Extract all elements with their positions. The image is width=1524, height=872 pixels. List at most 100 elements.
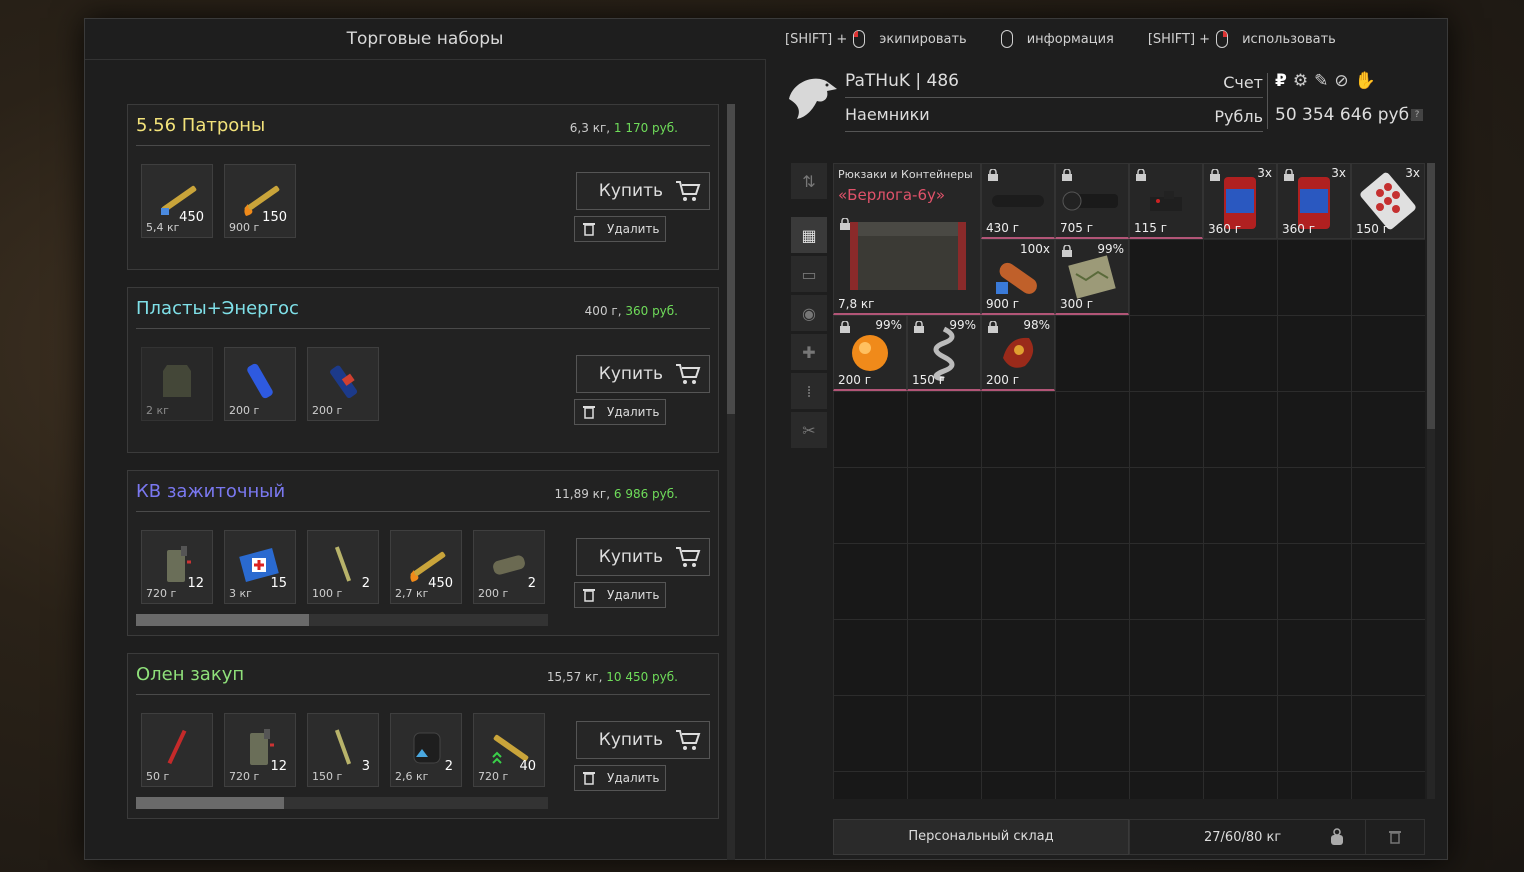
hint-equip: [SHIFT] + экипировать — [785, 30, 967, 48]
divider — [845, 131, 1263, 132]
buy-button[interactable]: Купить — [576, 172, 710, 210]
red-injector-icon — [167, 729, 187, 765]
buy-button[interactable]: Купить — [576, 538, 710, 576]
kit-item[interactable]: 2 200 г — [473, 530, 545, 604]
delete-button[interactable]: Удалить — [574, 582, 666, 608]
tab-sort[interactable]: ⇅ — [791, 163, 827, 199]
item-weight: 5,4 кг — [146, 221, 180, 234]
kit-item[interactable]: 40 720 г — [473, 713, 545, 787]
item-weight: 360 г — [1208, 222, 1242, 236]
inventory-item[interactable]: 3x 360 г — [1277, 163, 1351, 239]
mouse-right-icon — [1216, 30, 1229, 48]
kit-meta: 11,89 кг, 6 986 руб. — [555, 487, 678, 501]
item-name: «Берлога-6у» — [838, 186, 946, 204]
kit-item[interactable]: 200 г — [224, 347, 296, 421]
kit-item[interactable]: 450 2,7 кг — [390, 530, 462, 604]
trash-icon — [1389, 831, 1401, 844]
inventory-item[interactable]: 430 г — [981, 163, 1055, 239]
panel-title: Торговые наборы — [346, 29, 504, 49]
feather-icon[interactable]: ✎ — [1314, 71, 1328, 91]
item-weight: 2,6 кг — [395, 770, 429, 783]
trash-button[interactable] — [1365, 820, 1424, 854]
kit-item[interactable]: 15 3 кг — [224, 530, 296, 604]
inventory-grid[interactable]: Рюкзаки и Контейнеры «Берлога-6у» 7,8 кг… — [833, 163, 1425, 799]
tab-artifacts[interactable]: ◉ — [791, 295, 827, 331]
inventory-scrollbar[interactable] — [1427, 163, 1435, 799]
cart-icon — [676, 364, 701, 384]
kit-weight: 15,57 кг, — [546, 670, 603, 684]
buy-label: Купить — [598, 547, 663, 567]
progress-fill — [136, 797, 285, 809]
kit-meta: 15,57 кг, 10 450 руб. — [547, 670, 678, 684]
inventory-item[interactable]: 99% 300 г — [1055, 239, 1129, 315]
progress-fill — [136, 614, 310, 626]
item-weight: 705 г — [1060, 221, 1094, 235]
tab-tools[interactable]: ✂ — [791, 412, 827, 448]
kits-scrollbar[interactable] — [727, 104, 735, 860]
kit-header: КВ зажиточный 11,89 кг, 6 986 руб. — [136, 471, 710, 512]
medical-icon: ✚ — [802, 342, 816, 362]
kit-item[interactable]: 150 900 г — [224, 164, 296, 238]
item-count: 2 — [361, 576, 370, 591]
weight-icon — [1331, 828, 1343, 845]
item-count: 12 — [187, 576, 204, 591]
kit-item[interactable]: 450 5,4 кг — [141, 164, 213, 238]
kit-header: Олен закуп 15,57 кг, 10 450 руб. — [136, 654, 710, 695]
thumb-icon[interactable]: ✋ — [1355, 71, 1376, 91]
inventory-panel: PaTHuK | 486 Наемники Счет Рубль ₽ ⚙ ✎ ⊘… — [765, 59, 1447, 859]
inventory-item[interactable]: 99% 200 г — [833, 315, 907, 391]
trash-icon — [583, 223, 595, 236]
hint-label: информация — [1026, 31, 1114, 47]
kit-name: Олен закуп — [136, 664, 245, 685]
inventory-item[interactable]: 99% 150 г — [907, 315, 981, 391]
hint-label: использовать — [1242, 31, 1336, 47]
inventory-item[interactable]: 3x 360 г — [1203, 163, 1277, 239]
delete-button[interactable]: Удалить — [574, 399, 666, 425]
tab-ammo[interactable]: ⁞ — [791, 373, 827, 409]
kit-progress-bar — [136, 614, 548, 626]
buy-button[interactable]: Купить — [576, 355, 710, 393]
scrollbar-thumb[interactable] — [1427, 163, 1435, 429]
energy-drink-icon — [247, 363, 273, 399]
kit-weight: 6,3 кг, — [569, 121, 611, 135]
kit-item[interactable]: 200 г — [307, 347, 379, 421]
delete-button[interactable]: Удалить — [574, 216, 666, 242]
kit-item[interactable]: 2 кг — [141, 347, 213, 421]
item-weight: 430 г — [986, 221, 1020, 235]
inventory-item[interactable]: 705 г — [1055, 163, 1129, 239]
item-category: Рюкзаки и Контейнеры — [838, 168, 973, 181]
container-item[interactable]: Рюкзаки и Контейнеры «Берлога-6у» 7,8 кг — [833, 163, 981, 315]
delete-button[interactable]: Удалить — [574, 765, 666, 791]
inventory-item[interactable]: 98% 200 г — [981, 315, 1055, 391]
kit-item[interactable]: 50 г — [141, 713, 213, 787]
help-icon[interactable]: ? — [1411, 109, 1423, 121]
personal-stash-button[interactable]: Персональный склад — [833, 819, 1129, 855]
inventory-item[interactable]: 3x 150 г — [1351, 163, 1425, 239]
delete-label: Удалить — [607, 222, 660, 236]
delete-label: Удалить — [607, 588, 660, 602]
token-icon[interactable]: ⊘ — [1334, 71, 1348, 91]
ruble-icon[interactable]: ₽ — [1275, 71, 1287, 91]
tab-medical[interactable]: ✚ — [791, 334, 827, 370]
mouse-left-icon — [853, 30, 866, 48]
sort-icon: ⇅ — [802, 171, 816, 191]
kit-item[interactable]: 12 720 г — [224, 713, 296, 787]
item-weight: 300 г — [1060, 297, 1094, 311]
kit-item[interactable]: 3 150 г — [307, 713, 379, 787]
scrollbar-thumb[interactable] — [727, 104, 735, 414]
armor-plate-icon — [163, 365, 191, 398]
inventory-item[interactable]: 115 г — [1129, 163, 1203, 239]
tab-vehicle[interactable]: ▭ — [791, 256, 827, 292]
inventory-item[interactable]: 100x 900 г — [981, 239, 1055, 315]
item-count: 2 — [527, 576, 536, 591]
buy-label: Купить — [598, 181, 663, 201]
kit-item[interactable]: 12 720 г — [141, 530, 213, 604]
tab-grid[interactable]: ▦ — [791, 217, 827, 253]
kit-item[interactable]: 2 100 г — [307, 530, 379, 604]
buy-button[interactable]: Купить — [576, 721, 710, 759]
item-weight: 360 г — [1282, 222, 1316, 236]
gear-icon[interactable]: ⚙ — [1293, 71, 1308, 91]
kit-item[interactable]: 2 2,6 кг — [390, 713, 462, 787]
faction-eagle-icon — [789, 78, 837, 119]
item-count: 450 — [179, 210, 204, 225]
